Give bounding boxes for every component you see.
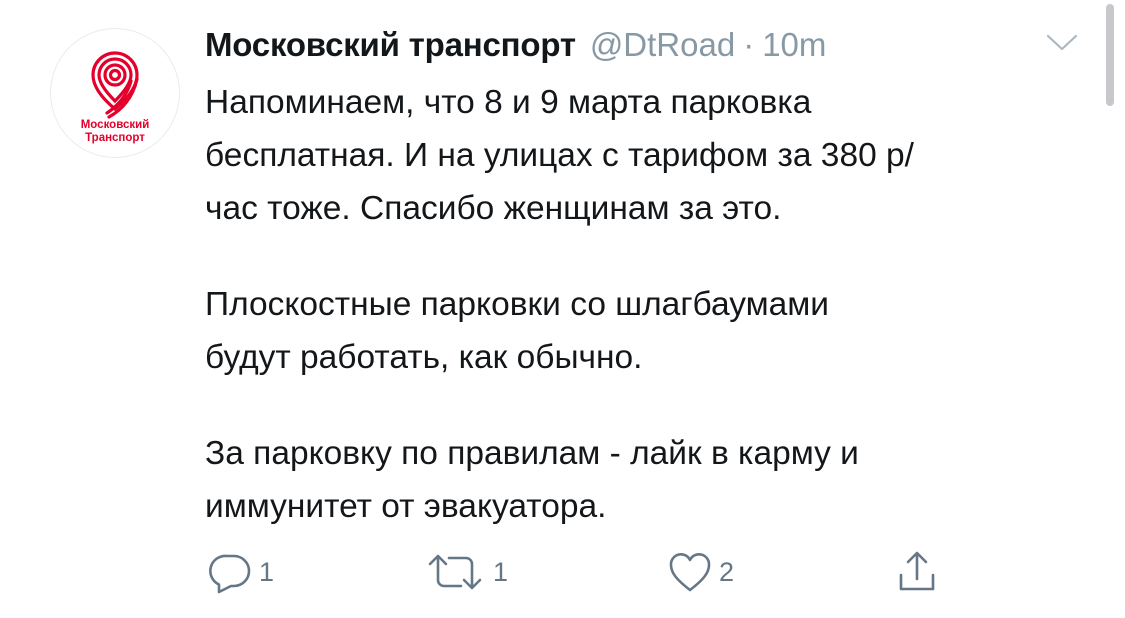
like-button[interactable]: 2	[667, 548, 734, 596]
more-options-button[interactable]	[1044, 30, 1080, 54]
header-separator: ·	[743, 26, 755, 63]
tweet-actions: 1 1 2	[205, 548, 965, 596]
share-button[interactable]	[895, 548, 939, 596]
like-count: 2	[719, 556, 735, 587]
tweet-header: Московский транспорт @DtRoad · 10m	[205, 20, 826, 70]
chevron-down-icon	[1046, 34, 1078, 51]
heart-icon	[669, 553, 711, 592]
retweet-button[interactable]: 1	[423, 548, 508, 596]
tweet-text: Напоминаем, что 8 и 9 марта парковка бес…	[205, 76, 1035, 576]
retweet-count: 1	[493, 556, 509, 587]
reply-icon	[209, 554, 251, 594]
tweet[interactable]: Московский Транспорт Московский транспор…	[0, 0, 1125, 618]
author-name[interactable]: Московский транспорт	[205, 26, 576, 64]
tweet-paragraph: Плоскостные парковки со шлагбаумами буду…	[205, 286, 829, 376]
scrollbar-thumb[interactable]	[1106, 4, 1114, 106]
logo-text-line2: Транспорт	[85, 132, 145, 144]
author-handle[interactable]: @DtRoad	[590, 26, 735, 64]
tweet-paragraph: Напоминаем, что 8 и 9 марта парковка бес…	[205, 84, 914, 227]
reply-button[interactable]: 1	[207, 548, 274, 596]
logo-text-line1: Московский	[81, 119, 150, 131]
retweet-icon	[428, 554, 482, 590]
tweet-timestamp[interactable]: 10m	[762, 26, 826, 64]
moscow-transport-logo: Московский Транспорт	[81, 51, 150, 144]
avatar[interactable]: Московский Транспорт	[50, 28, 180, 158]
reply-count: 1	[259, 556, 275, 587]
share-icon	[899, 551, 935, 591]
tweet-paragraph: За парковку по правилам - лайк в карму и…	[205, 435, 859, 525]
